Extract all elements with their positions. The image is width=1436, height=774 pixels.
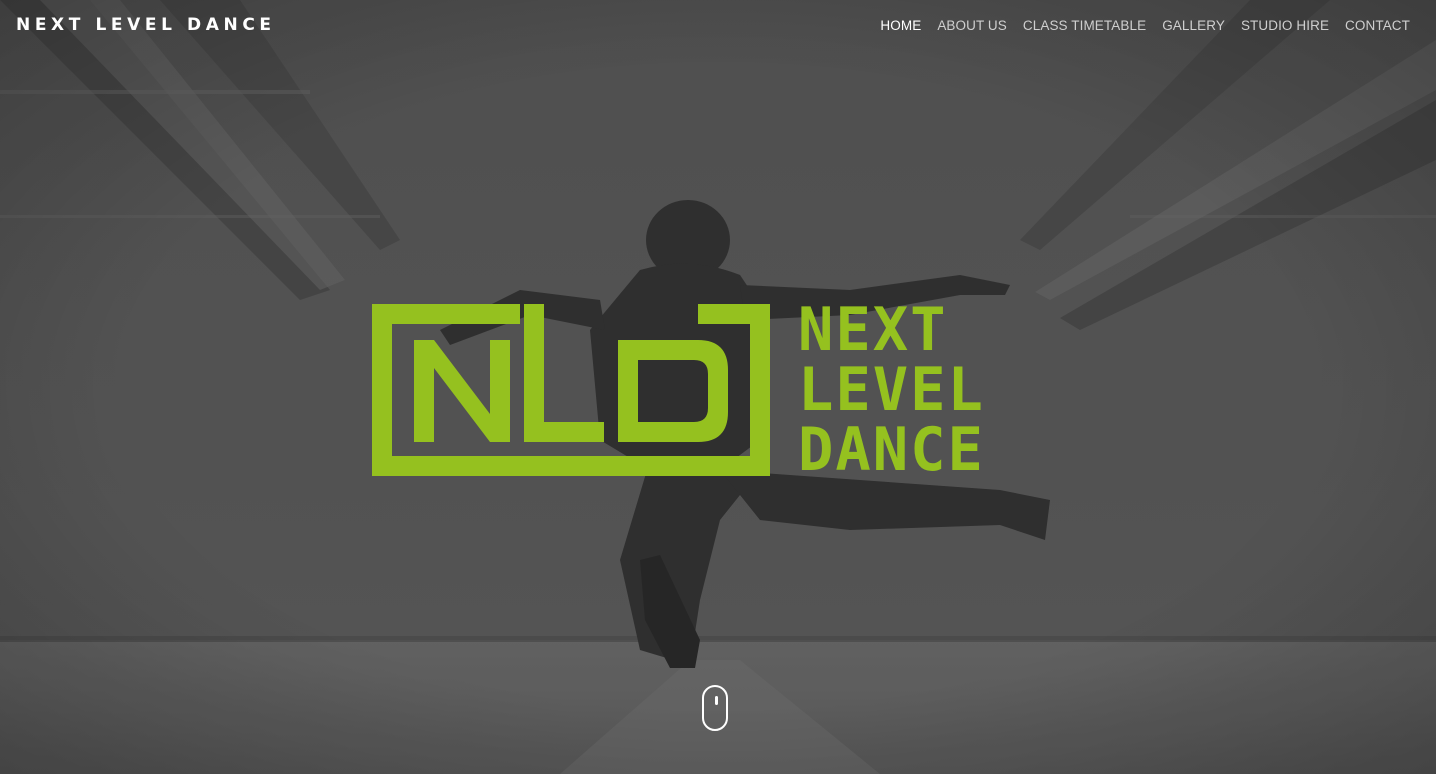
logo-word-dance: DANCE — [798, 415, 985, 485]
logo-word-level: LEVEL — [798, 355, 985, 425]
mouse-scroll-icon[interactable] — [702, 685, 728, 731]
nav-item-home[interactable]: HOME — [880, 18, 921, 33]
page: NEXT LEVEL DANCE HOME ABOUT US CLASS TIM… — [0, 0, 1436, 774]
hero-logo: NEXT LEVEL DANCE — [372, 300, 1072, 480]
logo-wordmark: NEXT LEVEL DANCE — [798, 300, 1072, 480]
nav-item-studio-hire[interactable]: STUDIO HIRE — [1241, 18, 1329, 33]
main-nav: HOME ABOUT US CLASS TIMETABLE GALLERY ST… — [880, 18, 1410, 33]
nld-monogram-logo — [372, 304, 770, 476]
mouse-wheel-icon — [715, 696, 718, 705]
site-brand-link[interactable]: NEXT LEVEL DANCE — [16, 15, 276, 35]
nav-item-contact[interactable]: CONTACT — [1345, 18, 1410, 33]
logo-word-next: NEXT — [798, 295, 948, 365]
nav-item-class-timetable[interactable]: CLASS TIMETABLE — [1023, 18, 1146, 33]
nav-item-about-us[interactable]: ABOUT US — [937, 18, 1007, 33]
nav-item-gallery[interactable]: GALLERY — [1162, 18, 1225, 33]
